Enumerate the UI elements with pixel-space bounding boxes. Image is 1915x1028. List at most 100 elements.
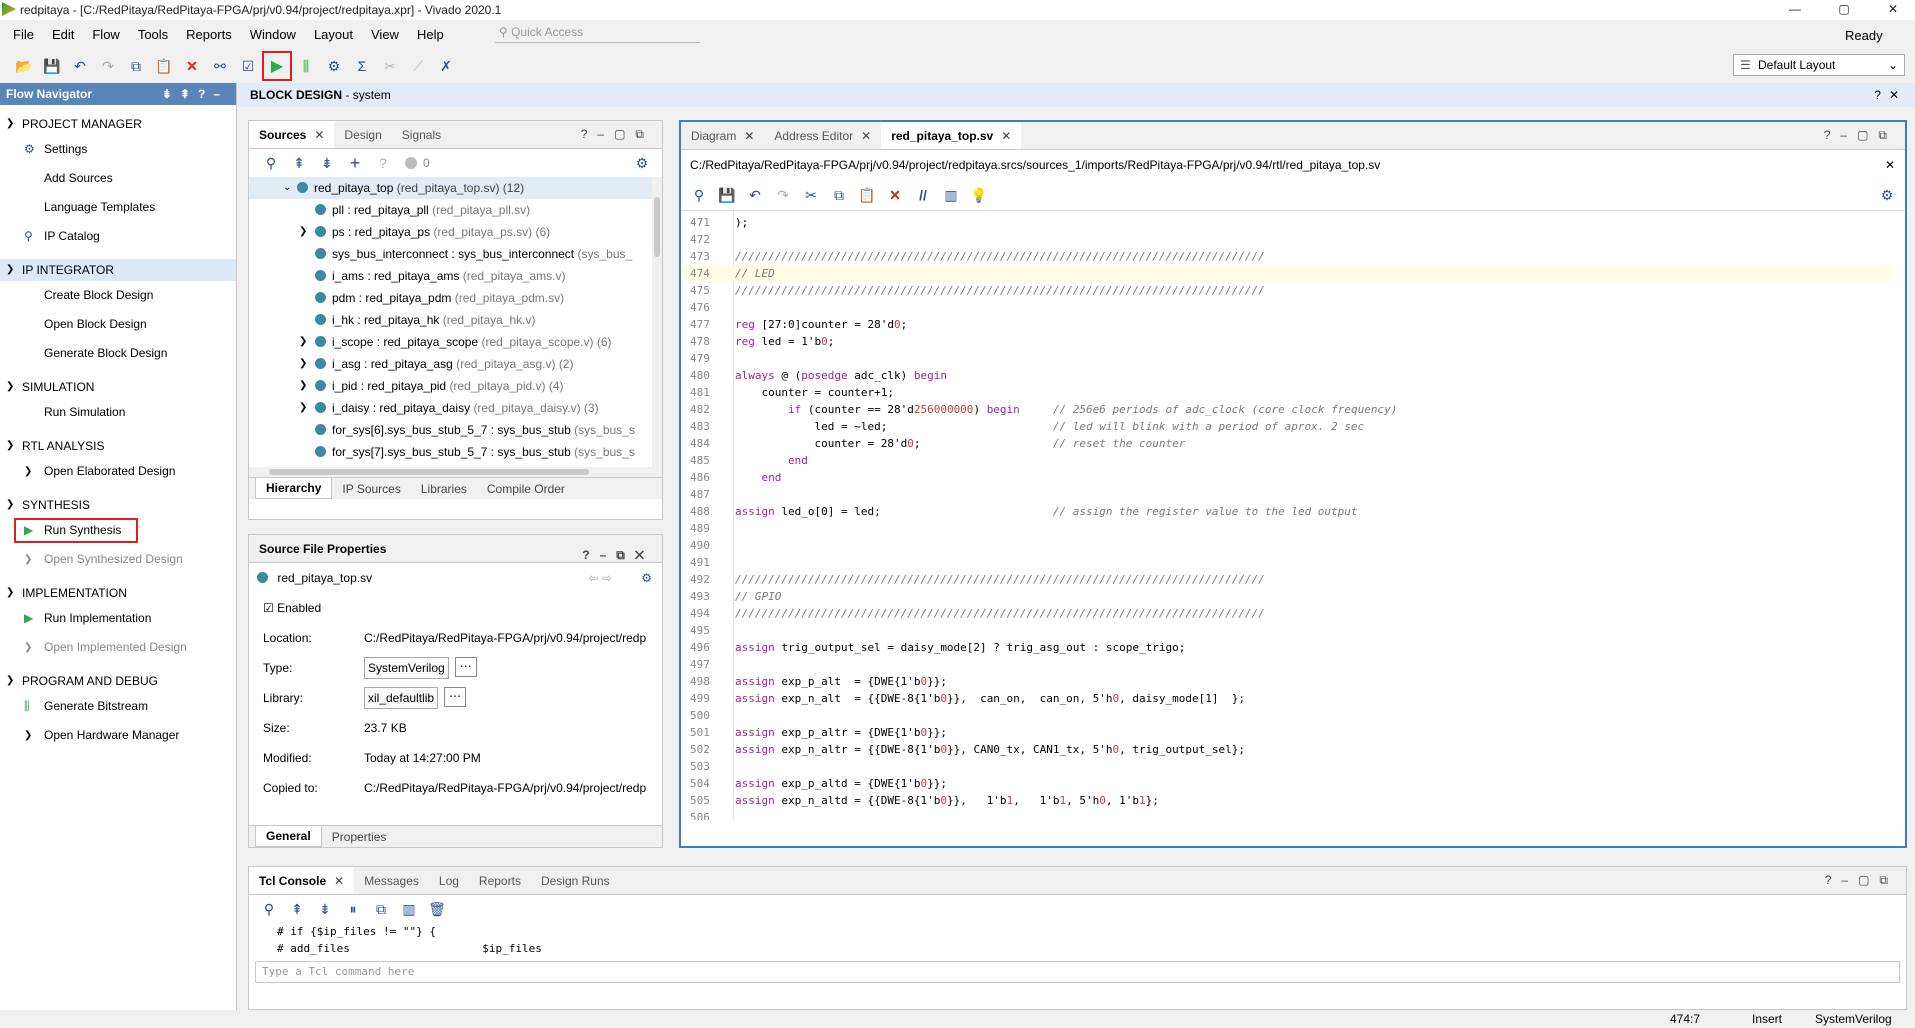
chevron-right-icon[interactable]: ❯ [299,353,307,375]
redo-icon[interactable]: ↷ [94,53,122,79]
gear-icon[interactable]: ⚙ [641,563,652,593]
settings-icon[interactable]: ⚙ [320,53,348,79]
close-icon[interactable]: ✕ [1001,129,1011,143]
nav-open-elaborated-design[interactable]: ❯ Open Elaborated Design [0,457,236,486]
nav-add-sources[interactable]: Add Sources [0,164,236,193]
maximize-button[interactable]: ▢ [1822,0,1866,20]
close-icon[interactable]: ✕ [861,129,871,143]
disabled-tool-icon[interactable]: ✂ [376,53,404,79]
menu-flow[interactable]: Flow [83,27,128,42]
menu-edit[interactable]: Edit [43,27,83,42]
help-close-icon[interactable]: ?✕ [1874,83,1907,107]
sigma-icon[interactable]: Σ [348,53,376,79]
chevron-right-icon[interactable]: ❯ [299,221,307,243]
collapse-all-icon[interactable]: ⇞ [285,150,313,176]
tab-signals[interactable]: Signals [392,121,451,148]
menu-view[interactable]: View [362,27,408,42]
tree-row[interactable]: ❯ ps : red_pitaya_ps (red_pitaya_ps.sv) (… [249,221,662,243]
tree-row[interactable]: ❯ i_daisy : red_pitaya_daisy (red_pitaya_… [249,397,662,419]
menu-window[interactable]: Window [241,27,305,42]
type-field[interactable]: SystemVerilog [364,657,449,679]
nav-run-synthesis[interactable]: ▶ Run Synthesis [0,516,236,545]
panel-controls-icon[interactable]: ⇟⇞?– [162,83,228,105]
paste-icon[interactable]: 📋 [853,182,881,208]
tab-ip-sources[interactable]: IP Sources [332,482,410,496]
ellipsis-button[interactable]: ⋯ [454,657,477,677]
nav-section-implementation[interactable]: ❯ IMPLEMENTATION [0,582,236,604]
check-icon[interactable]: ☑ [234,53,262,79]
quick-access-input[interactable]: ⚲ Quick Access [495,25,700,43]
tab-design[interactable]: Design [334,121,391,148]
tree-row[interactable]: i_hk : red_pitaya_hk (red_pitaya_hk.v) [249,309,662,331]
nav-run-implementation[interactable]: ▶ Run Implementation [0,604,236,633]
search-icon[interactable]: ⚲ [685,182,713,208]
nav-section-ip-integrator[interactable]: ❯ IP INTEGRATOR [0,259,236,281]
tab-general[interactable]: General [255,826,322,847]
nav-run-simulation[interactable]: Run Simulation [0,398,236,427]
pause-icon[interactable]: ⏸ [339,896,367,922]
redo-icon[interactable]: ↷ [769,182,797,208]
menu-layout[interactable]: Layout [305,27,362,42]
library-field[interactable]: xil_defaultlib [364,687,439,709]
search-icon[interactable]: ⚲ [257,150,285,176]
menu-reports[interactable]: Reports [177,27,241,42]
paste-icon[interactable]: 📋 [150,53,178,79]
nav-language-templates[interactable]: Language Templates [0,193,236,222]
minimize-button[interactable]: — [1773,0,1817,20]
chevron-right-icon[interactable]: ❯ [299,397,307,419]
nav-open-block-design[interactable]: Open Block Design [0,310,236,339]
search-icon[interactable]: ⚲ [255,896,283,922]
tree-row[interactable]: pdm : red_pitaya_pdm (red_pitaya_pdm.sv) [249,287,662,309]
disabled-tool-icon-2[interactable]: ⟋ [404,53,432,79]
tab-reports[interactable]: Reports [469,867,531,894]
close-icon[interactable]: ✕ [744,129,754,143]
panel-controls-icon[interactable]: ?–▢⧉ [1824,128,1897,143]
close-icon[interactable]: ✕ [314,128,324,142]
nav-open-implemented-design[interactable]: ❯ Open Implemented Design [0,633,236,662]
collapse-all-icon[interactable]: ⇞ [283,896,311,922]
tab-libraries[interactable]: Libraries [411,482,477,496]
nav-ip-catalog[interactable]: ⚲ IP Catalog [0,222,236,251]
help-icon[interactable]: ? [369,150,397,176]
chevron-right-icon[interactable]: ❯ [299,331,307,353]
gear-icon[interactable]: ⚙ [628,150,656,176]
tab-compile-order[interactable]: Compile Order [477,482,575,496]
tab-sources[interactable]: Sources ✕ [249,121,335,148]
columns-icon[interactable]: ▥ [937,182,965,208]
menu-tools[interactable]: Tools [129,27,177,42]
run-icon[interactable]: ▶ [262,51,292,81]
tree-row[interactable]: ❯ i_scope : red_pitaya_scope (red_pitaya_… [249,331,662,353]
gear-icon[interactable]: ⚙ [1873,182,1901,208]
trash-icon[interactable]: 🗑 [423,896,451,922]
nav-section-project-manager[interactable]: ❯ PROJECT MANAGER [0,113,236,135]
tab-hierarchy[interactable]: Hierarchy [255,478,333,499]
chevron-down-icon[interactable]: ⌄ [283,177,291,199]
chevron-right-icon[interactable]: ❯ [299,375,307,397]
tree-row[interactable]: for_sys[6].sys_bus_stub_5_7 : sys_bus_st… [249,419,662,441]
tcl-command-input[interactable]: Type a Tcl command here [255,961,1900,983]
tab-messages[interactable]: Messages [354,867,429,894]
undo-icon[interactable]: ↶ [741,182,769,208]
close-button[interactable]: ✕ [1871,0,1915,20]
menu-file[interactable]: File [0,27,43,42]
tab-tcl-console[interactable]: Tcl Console ✕ [249,867,355,894]
back-arrow-icon[interactable]: ⇦ ⇨ [589,563,612,593]
nav-create-block-design[interactable]: Create Block Design [0,281,236,310]
tree-row[interactable]: ❯ i_asg : red_pitaya_asg (red_pitaya_asg.… [249,353,662,375]
cross-tool-icon[interactable]: ✗ [432,53,460,79]
save-icon[interactable]: 💾 [713,182,741,208]
vertical-scrollbar[interactable] [652,177,662,467]
tab-properties[interactable]: Properties [322,830,397,844]
tree-row[interactable]: ⌄ red_pitaya_top (red_pitaya_top.sv) (12… [249,177,662,199]
close-icon[interactable]: ✕ [334,874,344,888]
nav-section-rtl-analysis[interactable]: ❯ RTL ANALYSIS [0,435,236,457]
tab-address-editor[interactable]: Address Editor ✕ [764,122,881,149]
tree-row[interactable]: ❯ i_pid : red_pitaya_pid (red_pitaya_pid.… [249,375,662,397]
nav-generate-block-design[interactable]: Generate Block Design [0,339,236,368]
close-icon[interactable]: ✕ [1885,150,1895,180]
tab-diagram[interactable]: Diagram ✕ [681,122,764,149]
open-project-icon[interactable]: 📂 [10,53,38,79]
save-icon[interactable]: 💾 [38,53,66,79]
nav-open-synthesized-design[interactable]: ❯ Open Synthesized Design [0,545,236,574]
generate-bitstream-icon[interactable]: ⫼ [292,53,320,79]
